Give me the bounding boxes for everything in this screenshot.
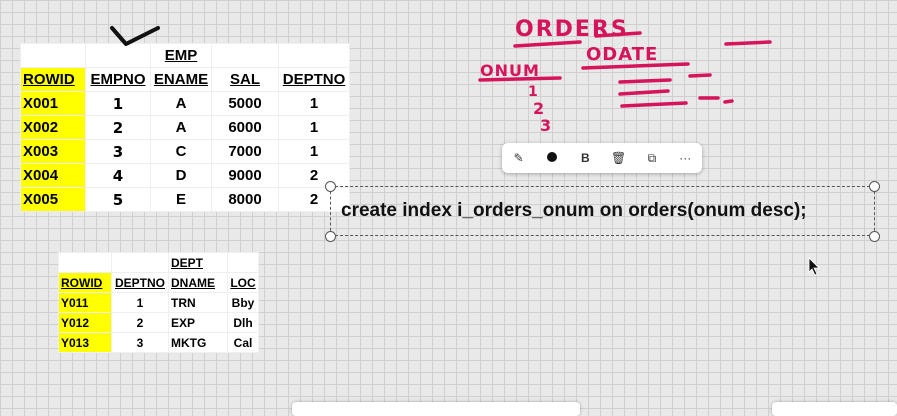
emp-ename: A (150, 115, 212, 140)
dept-table-title: DEPT (168, 252, 228, 273)
emp-header-empno: EMPNO (85, 67, 151, 92)
onum-label: ONUM (480, 61, 540, 80)
emp-empno: 5 (85, 187, 151, 212)
emp-deptno: 1 (278, 139, 350, 164)
dept-title-row: DEPT (58, 252, 259, 273)
mouse-cursor-icon (808, 257, 820, 276)
dept-rowid: Y013 (58, 332, 112, 353)
dept-deptno: 1 (111, 292, 169, 313)
dept-loc: Cal (227, 332, 259, 353)
color-button[interactable] (541, 151, 563, 165)
table-row: X004 4 D 9000 2 (20, 163, 350, 188)
dept-header-row: ROWID DEPTNO DNAME LOC (58, 272, 259, 293)
table-row: Y013 3 MKTG Cal (58, 332, 259, 353)
dept-loc: Dlh (227, 312, 259, 333)
dept-dname: EXP (168, 312, 228, 333)
dept-header-rowid: ROWID (58, 272, 112, 293)
emp-empno: 2 (85, 115, 151, 140)
table-row: X001 1 A 5000 1 (20, 91, 350, 116)
orders-label: ORDERS (515, 17, 629, 42)
table-row: X003 3 C 7000 1 (20, 139, 350, 164)
color-dot-icon (546, 152, 557, 162)
emp-header-sal: SAL (211, 67, 279, 92)
emp-ename: C (150, 139, 212, 164)
resize-handle-br[interactable] (869, 231, 880, 242)
pen-icon[interactable]: ✎ (508, 151, 530, 165)
emp-empno: 1 (85, 91, 151, 116)
emp-table-title: EMP (150, 43, 212, 68)
text-box-content[interactable]: create index i_orders_onum on orders(onu… (341, 200, 807, 222)
emp-header-rowid: ROWID (20, 67, 86, 92)
dept-deptno: 3 (111, 332, 169, 353)
emp-ename: A (150, 91, 212, 116)
bold-button[interactable]: B (574, 151, 596, 165)
text-box[interactable]: create index i_orders_onum on orders(onu… (330, 186, 875, 236)
onum-num: 2 (533, 99, 544, 118)
odate-label: ODATE (586, 44, 658, 65)
table-row: Y012 2 EXP Dlh (58, 312, 259, 333)
text-format-toolbar: ✎ B 🗑 ⧉ ··· (502, 143, 702, 173)
emp-header-deptno: DEPTNO (278, 67, 350, 92)
dept-header-loc: LOC (227, 272, 259, 293)
copy-icon[interactable]: ⧉ (641, 151, 663, 166)
trash-icon[interactable]: 🗑 (608, 151, 630, 165)
emp-rowid: X002 (20, 115, 86, 140)
checkmark-icon (110, 26, 160, 46)
dept-rowid: Y011 (58, 292, 112, 313)
emp-deptno: 2 (278, 163, 350, 188)
onum-num: 1 (528, 84, 538, 100)
dept-header-deptno: DEPTNO (111, 272, 169, 293)
emp-sal: 9000 (211, 163, 279, 188)
resize-handle-tl[interactable] (325, 181, 336, 192)
emp-deptno: 1 (278, 91, 350, 116)
emp-rowid: X005 (20, 187, 86, 212)
emp-sal: 8000 (211, 187, 279, 212)
dept-deptno: 2 (111, 312, 169, 333)
emp-rowid: X001 (20, 91, 86, 116)
emp-sal: 7000 (211, 139, 279, 164)
emp-header-row: ROWID EMPNO ENAME SAL DEPTNO (20, 67, 350, 92)
emp-empno: 3 (85, 139, 151, 164)
dept-header-dname: DNAME (168, 272, 228, 293)
dept-dname: MKTG (168, 332, 228, 353)
emp-ename: E (150, 187, 212, 212)
more-button[interactable]: ··· (674, 151, 696, 165)
table-row: X005 5 E 8000 2 (20, 187, 350, 212)
emp-empno: 4 (85, 163, 151, 188)
dept-rowid: Y012 (58, 312, 112, 333)
emp-deptno: 1 (278, 115, 350, 140)
dept-table: DEPT ROWID DEPTNO DNAME LOC Y011 1 TRN B… (58, 252, 259, 353)
emp-ename: D (150, 163, 212, 188)
table-row: X002 2 A 6000 1 (20, 115, 350, 140)
table-row: Y011 1 TRN Bby (58, 292, 259, 313)
resize-handle-tr[interactable] (869, 181, 880, 192)
emp-rowid: X003 (20, 139, 86, 164)
emp-table: EMP ROWID EMPNO ENAME SAL DEPTNO X001 1 … (20, 43, 350, 212)
resize-handle-bl[interactable] (325, 231, 336, 242)
emp-sal: 6000 (211, 115, 279, 140)
emp-rowid: X004 (20, 163, 86, 188)
emp-title-row: EMP (20, 43, 350, 68)
dept-loc: Bby (227, 292, 259, 313)
emp-sal: 5000 (211, 91, 279, 116)
dept-dname: TRN (168, 292, 228, 313)
emp-header-ename: ENAME (150, 67, 212, 92)
onum-num: 3 (540, 116, 551, 135)
